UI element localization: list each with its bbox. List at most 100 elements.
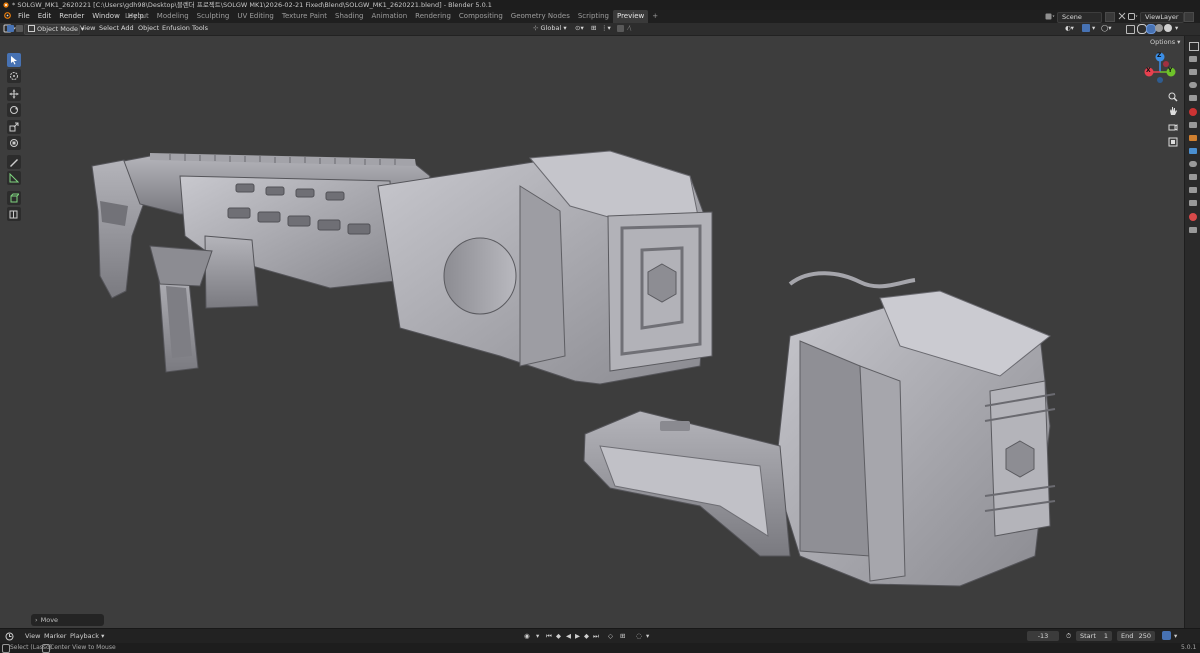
tab-modeling[interactable]: Modeling — [153, 10, 193, 23]
end-frame-field[interactable]: End 250 — [1117, 631, 1155, 641]
physics-tab-icon[interactable] — [1189, 174, 1197, 180]
rotate-tool[interactable] — [7, 103, 21, 117]
world-tab-icon[interactable] — [1189, 108, 1197, 116]
tab-geometry-nodes[interactable]: Geometry Nodes — [507, 10, 574, 23]
perspective-toggle-icon[interactable] — [1168, 137, 1178, 149]
model-render[interactable] — [0, 36, 1184, 628]
transform-tool[interactable] — [7, 136, 21, 150]
play-reverse-icon[interactable]: ◀ — [566, 632, 571, 641]
start-frame-field[interactable]: Start 1 — [1076, 631, 1112, 641]
material-tab-icon[interactable] — [1189, 213, 1197, 221]
jump-start-icon[interactable]: ⏮ — [546, 632, 552, 641]
options-dropdown[interactable]: Options ▾ — [1150, 38, 1180, 46]
3d-viewport[interactable]: Z Y X Options ▾ › Move — [0, 36, 1184, 628]
snap-icon[interactable]: ⊞ — [591, 24, 596, 33]
last-operator-panel[interactable]: › Move — [31, 614, 104, 626]
new-viewlayer-icon[interactable] — [1184, 12, 1194, 22]
menu-edit[interactable]: Edit — [34, 10, 56, 23]
tab-sculpting[interactable]: Sculpting — [193, 10, 234, 23]
select-mode-extend-icon[interactable] — [16, 25, 23, 32]
output-tab-icon[interactable] — [1189, 69, 1197, 75]
shading-options-icon[interactable]: ▾ — [1175, 24, 1178, 33]
prev-keyframe-icon[interactable]: ◆ — [556, 632, 561, 641]
pivot-point-icon[interactable]: ⊙▾ — [575, 24, 584, 33]
sync-icon[interactable]: ◌ — [636, 632, 642, 641]
tab-rendering[interactable]: Rendering — [411, 10, 455, 23]
menu-object[interactable]: Object — [138, 24, 159, 33]
add-workspace-button[interactable]: + — [648, 10, 662, 23]
add-cube-tool[interactable] — [7, 191, 21, 205]
particles-tab-icon[interactable] — [1189, 161, 1197, 167]
cage-tool[interactable] — [7, 207, 21, 221]
tab-compositing[interactable]: Compositing — [455, 10, 507, 23]
menu-add[interactable]: Add — [121, 24, 134, 33]
xray-toggle-icon[interactable] — [1126, 25, 1135, 34]
keying-options-icon[interactable]: ▾ — [536, 632, 539, 641]
scale-tool[interactable] — [7, 120, 21, 134]
tab-scripting[interactable]: Scripting — [574, 10, 613, 23]
object-tab-icon[interactable] — [1189, 135, 1197, 141]
move-tool[interactable] — [7, 87, 21, 101]
cursor-tool[interactable] — [7, 69, 21, 83]
constraints-tab-icon[interactable] — [1189, 187, 1197, 193]
object-mode-dropdown[interactable]: Object Mode ▾ — [24, 24, 84, 35]
texture-tab-icon[interactable] — [1189, 227, 1197, 233]
jump-end-icon[interactable]: ⏭ — [593, 632, 599, 641]
tab-animation[interactable]: Animation — [367, 10, 411, 23]
menu-view[interactable]: View — [80, 24, 95, 33]
snap-target-icon[interactable]: ⋮▾ — [601, 24, 611, 33]
select-box-tool[interactable] — [7, 53, 21, 67]
annotate-tool[interactable] — [7, 155, 21, 169]
blender-menu-icon[interactable] — [0, 10, 14, 23]
overlays-icon[interactable]: ◯▾ — [1101, 24, 1112, 33]
transform-orientation-dropdown[interactable]: ⊹ Global ▾ — [533, 24, 571, 33]
viewlayer-name-field[interactable]: ViewLayer — [1140, 12, 1184, 23]
tool-tab-icon[interactable] — [1189, 42, 1199, 51]
tab-texture-paint[interactable]: Texture Paint — [278, 10, 331, 23]
keyframe-icon[interactable]: ◇ — [608, 632, 613, 641]
tab-shading[interactable]: Shading — [331, 10, 367, 23]
timeline-options-icon[interactable]: ▾ — [1174, 632, 1177, 641]
delete-scene-icon[interactable] — [1118, 12, 1126, 20]
modifier-tab-icon[interactable] — [1189, 148, 1197, 154]
sync-options-icon[interactable]: ▾ — [646, 632, 649, 641]
falloff-icon[interactable]: ⁄\ — [628, 24, 631, 33]
shading-material-icon[interactable] — [1155, 24, 1163, 32]
data-tab-icon[interactable] — [1189, 200, 1197, 206]
timeline-menu-playback[interactable]: Playback ▾ — [70, 632, 104, 641]
auto-keying-icon[interactable]: ◉ — [524, 632, 530, 641]
shading-rendered-icon[interactable] — [1164, 24, 1172, 32]
scene-name-field[interactable]: Scene — [1057, 12, 1102, 23]
gizmo-options-icon[interactable]: ▾ — [1092, 24, 1095, 33]
zoom-icon[interactable] — [1168, 92, 1178, 104]
measure-tool[interactable] — [7, 171, 21, 185]
menu-window[interactable]: Window — [88, 10, 124, 23]
render-tab-icon[interactable] — [1189, 56, 1197, 62]
collection-tab-icon[interactable] — [1189, 122, 1197, 128]
camera-view-icon[interactable] — [1168, 122, 1178, 134]
navigation-gizmo[interactable]: Z Y X — [1142, 50, 1178, 86]
play-icon[interactable]: ▶ — [575, 632, 580, 641]
rifle-model[interactable] — [91, 150, 713, 385]
proportional-editing-icon[interactable] — [617, 25, 624, 32]
gizmo-toggle-icon[interactable] — [1082, 24, 1090, 32]
menu-file[interactable]: File — [14, 10, 34, 23]
next-keyframe-icon[interactable]: ◆ — [584, 632, 589, 641]
tab-layout[interactable]: Layout — [121, 10, 153, 23]
tab-preview[interactable]: Preview — [612, 10, 649, 23]
timeline-editor-icon[interactable] — [5, 632, 14, 641]
render-time-icon[interactable] — [1162, 631, 1171, 640]
timeline-menu-view[interactable]: View — [25, 632, 40, 641]
current-frame-field[interactable]: -13 — [1027, 631, 1059, 641]
object-visibility-icon[interactable]: ◐▾ — [1065, 24, 1074, 33]
new-scene-icon[interactable] — [1105, 12, 1115, 22]
menu-render[interactable]: Render — [55, 10, 88, 23]
preview-range-icon[interactable]: ⏱ — [1066, 632, 1071, 641]
menu-enfusion-tools[interactable]: Enfusion Tools — [162, 24, 208, 33]
scene-tab-icon[interactable] — [1189, 95, 1197, 101]
view-layer-tab-icon[interactable] — [1189, 82, 1197, 88]
menu-select[interactable]: Select — [99, 24, 119, 33]
select-mode-new-icon[interactable] — [7, 25, 14, 32]
tab-uv-editing[interactable]: UV Editing — [233, 10, 278, 23]
keyframe-type-icon[interactable]: ⊞ — [620, 632, 625, 641]
